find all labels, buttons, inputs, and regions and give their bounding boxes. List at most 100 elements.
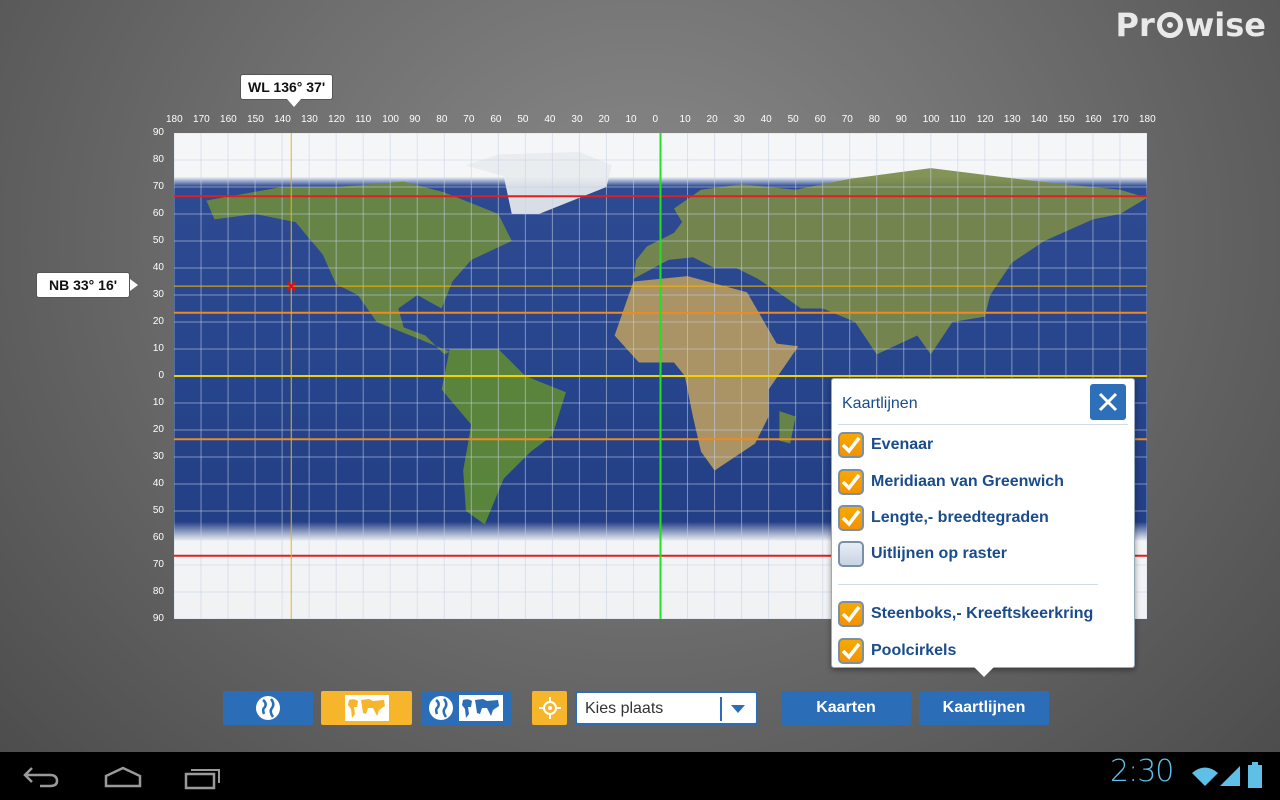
latitude-tick-label: 70: [152, 559, 164, 570]
checkmark-icon: [841, 436, 861, 454]
longitude-tick-label: 140: [1030, 114, 1048, 125]
map-lines-panel: Kaartlijnen Evenaar Meridiaan van Greenw…: [831, 378, 1135, 677]
longitude-tick-label: 100: [382, 114, 399, 125]
world-map-icon: [344, 695, 389, 721]
checkbox-greenwich[interactable]: [838, 469, 864, 495]
option-label: Evenaar: [871, 436, 934, 453]
latitude-readout: NB 33° 16': [36, 272, 139, 298]
checkbox-polar-circles[interactable]: [838, 638, 864, 664]
latitude-tick-label: 20: [152, 316, 164, 327]
latitude-tick-label: 80: [152, 154, 164, 165]
close-icon[interactable]: [1090, 384, 1126, 420]
latitude-tick-label: 40: [152, 262, 164, 273]
latitude-tick-label: 30: [152, 289, 164, 300]
option-equator[interactable]: Evenaar: [838, 432, 933, 458]
option-label: Meridiaan van Greenwich: [871, 473, 1064, 490]
panel-title: Kaartlijnen: [842, 395, 918, 412]
longitude-tick-label: 130: [1003, 114, 1021, 125]
latitude-tick-label: 60: [152, 208, 164, 219]
panel-divider: [838, 584, 1098, 585]
locate-button[interactable]: [532, 691, 567, 725]
map-lines-button[interactable]: Kaartlijnen: [919, 691, 1049, 725]
option-polar-circles[interactable]: Poolcirkels: [838, 638, 956, 664]
longitude-tick-label: 150: [1057, 114, 1075, 125]
signal-icon: [1220, 766, 1240, 786]
longitude-tick-label: 10: [625, 114, 637, 125]
latitude-tick-label: 50: [152, 505, 164, 516]
checkbox-graticule[interactable]: [838, 505, 864, 531]
checkmark-icon: [841, 509, 861, 527]
checkbox-equator[interactable]: [838, 432, 864, 458]
longitude-tick-label: 130: [301, 114, 318, 125]
longitude-tick-label: 40: [760, 114, 772, 125]
longitude-tick-label: 110: [355, 114, 372, 125]
longitude-tick-label: 50: [787, 114, 799, 125]
latitude-tick-label: 90: [152, 127, 164, 138]
longitude-tick-label: 160: [220, 114, 237, 125]
map-lines-button-label: Kaartlijnen: [942, 699, 1026, 716]
option-graticule[interactable]: Lengte,- breedtegraden: [838, 505, 1049, 531]
logo-ring-icon: [1156, 12, 1183, 38]
place-select[interactable]: Kies plaats: [575, 691, 758, 725]
latitude-tick-label: 30: [152, 451, 164, 462]
select-divider: [720, 697, 722, 721]
battery-icon: [1248, 762, 1262, 788]
checkmark-icon: [841, 642, 861, 660]
globe-view-button[interactable]: [223, 691, 313, 725]
clock: 2:30: [1110, 754, 1174, 789]
latitude-tick-label: 10: [152, 343, 164, 354]
close-icon: [1098, 392, 1118, 412]
longitude-tick-label: 180: [1139, 114, 1156, 125]
longitude-tick-label: 40: [544, 114, 556, 125]
longitude-tick-label: 90: [895, 114, 907, 125]
longitude-tick-label: 90: [409, 114, 421, 125]
latitude-tick-label: 20: [152, 424, 164, 435]
maps-button[interactable]: Kaarten: [781, 691, 911, 725]
globe-and-map-icon: [429, 695, 503, 721]
longitude-tick-label: 170: [1111, 114, 1129, 125]
option-label: Poolcirkels: [871, 642, 957, 659]
latitude-tick-label: 90: [152, 613, 164, 624]
logo-text-prefix: Pr: [1115, 6, 1155, 44]
continent-shape: [465, 151, 612, 214]
option-label: Steenboks,- Kreeftskeerkring: [871, 605, 1094, 622]
checkbox-snap-to-grid[interactable]: [838, 541, 864, 567]
longitude-tick-label: 50: [517, 114, 529, 125]
option-tropics[interactable]: Steenboks,- Kreeftskeerkring: [838, 601, 1093, 627]
option-greenwich[interactable]: Meridiaan van Greenwich: [838, 469, 1064, 495]
place-select-value: Kies plaats: [585, 700, 664, 717]
option-label: Lengte,- breedtegraden: [871, 509, 1049, 526]
back-icon[interactable]: [22, 764, 60, 788]
longitude-tick-label: 20: [598, 114, 610, 125]
option-label: Uitlijnen op raster: [871, 545, 1008, 562]
longitude-tick-label: 150: [247, 114, 264, 125]
longitude-tick-label: 100: [922, 114, 940, 125]
checkbox-tropics[interactable]: [838, 601, 864, 627]
globe-icon: [256, 696, 280, 720]
longitude-readout: WL 136° 37': [240, 74, 334, 107]
home-icon[interactable]: [103, 766, 143, 788]
latitude-tick-label: 10: [152, 397, 164, 408]
recent-apps-icon[interactable]: [184, 766, 222, 790]
longitude-tick-label: 140: [274, 114, 291, 125]
maps-button-label: Kaarten: [816, 699, 876, 716]
latitude-tick-label: 40: [152, 478, 164, 489]
longitude-tick-label: 120: [328, 114, 345, 125]
wifi-icon: [1192, 767, 1218, 786]
continent-shape: [614, 276, 799, 471]
latitude-tick-label: 80: [152, 586, 164, 597]
chevron-down-icon[interactable]: [731, 705, 745, 713]
crosshair-icon: [538, 697, 561, 719]
map-view-button[interactable]: [321, 691, 412, 725]
longitude-tick-label: 60: [490, 114, 502, 125]
longitude-tick-label: 70: [463, 114, 475, 125]
longitude-tick-label: 80: [868, 114, 880, 125]
globe-and-map-view-button[interactable]: [421, 691, 511, 725]
system-navigation-bar: 2:30: [0, 752, 1280, 800]
checkmark-icon: [841, 473, 861, 491]
longitude-tick-label: 30: [571, 114, 583, 125]
longitude-tick-label: 120: [976, 114, 994, 125]
latitude-tick-label: 0: [158, 370, 164, 381]
option-snap-to-grid[interactable]: Uitlijnen op raster: [838, 541, 1007, 567]
longitude-tick-label: 80: [436, 114, 448, 125]
